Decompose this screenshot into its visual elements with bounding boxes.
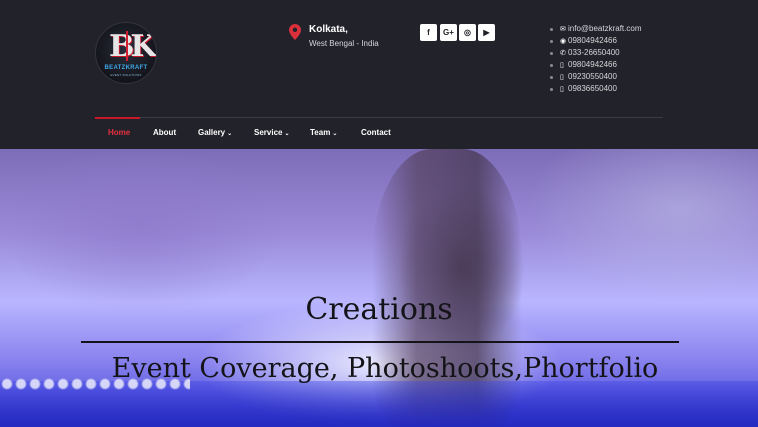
hero-banner: Creations Event Coverage, Photoshoots,Ph… (0, 149, 758, 427)
location-city: Kolkata, (309, 24, 348, 35)
contact-text: 09804942466 (568, 36, 617, 45)
contact-phone[interactable]: ✆ 033-26650400 (550, 47, 641, 59)
location-region: West Bengal - India (309, 39, 379, 48)
nav-contact[interactable]: Contact (361, 128, 391, 137)
contact-text: info@beatzkraft.com (568, 24, 642, 33)
logo-accent-bar (126, 31, 128, 61)
nav-gallery[interactable]: Gallery ⌄ (198, 128, 232, 137)
contact-text: 033-26650400 (568, 48, 620, 57)
brand-logo[interactable]: BK BEATZKRAFT EVENT SOLUTIONS (95, 22, 157, 84)
nav-label: Contact (361, 128, 391, 137)
logo-name: BEATZKRAFT (104, 65, 148, 71)
contact-list: ✉ info@beatzkraft.com ◉ 09804942466 ✆ 033-2… (550, 23, 641, 95)
active-nav-indicator (95, 117, 140, 119)
nav-label: Gallery (198, 128, 226, 137)
contact-mobile[interactable]: ▯ 09230550400 (550, 71, 641, 83)
youtube-icon[interactable]: ▶ (478, 24, 495, 41)
hero-subtitle: Event Coverage, Photoshoots,Phortfolio (111, 353, 659, 384)
google-plus-icon[interactable]: G+ (440, 24, 457, 41)
nav-about[interactable]: About (153, 128, 176, 137)
nav-divider (95, 117, 663, 118)
nav-label: Service (254, 128, 283, 137)
facebook-icon[interactable]: f (420, 24, 437, 41)
contact-mobile[interactable]: ▯ 09836650400 (550, 83, 641, 95)
map-pin-icon (289, 24, 301, 40)
chevron-down-icon: ⌄ (284, 131, 290, 137)
nav-label: Home (108, 128, 131, 137)
logo-tagline: EVENT SOLUTIONS (110, 73, 142, 77)
hero-title: Creations (305, 292, 453, 327)
nav-label: About (153, 128, 177, 137)
nav-team[interactable]: Team ⌄ (310, 128, 337, 137)
hero-divider (81, 341, 679, 343)
contact-mobile[interactable]: ▯ 09804942466 (550, 59, 641, 71)
logo-mark: BK (109, 29, 156, 64)
mobile-icon: ▯ (560, 86, 564, 93)
nav-home[interactable]: Home (108, 128, 130, 137)
contact-email[interactable]: ✉ info@beatzkraft.com (550, 23, 641, 35)
contact-text: 09230550400 (568, 72, 617, 81)
contact-whatsapp[interactable]: ◉ 09804942466 (550, 35, 641, 47)
contact-text: 09804942466 (568, 60, 617, 69)
site-header: BK BEATZKRAFT EVENT SOLUTIONS Kolkata, W… (0, 0, 758, 149)
chevron-down-icon: ⌄ (332, 131, 338, 137)
instagram-icon[interactable]: ◎ (459, 24, 476, 41)
chevron-down-icon: ⌄ (227, 131, 233, 137)
nav-service[interactable]: Service ⌄ (254, 128, 290, 137)
nav-label: Team (310, 128, 331, 137)
contact-text: 09836650400 (568, 84, 617, 93)
